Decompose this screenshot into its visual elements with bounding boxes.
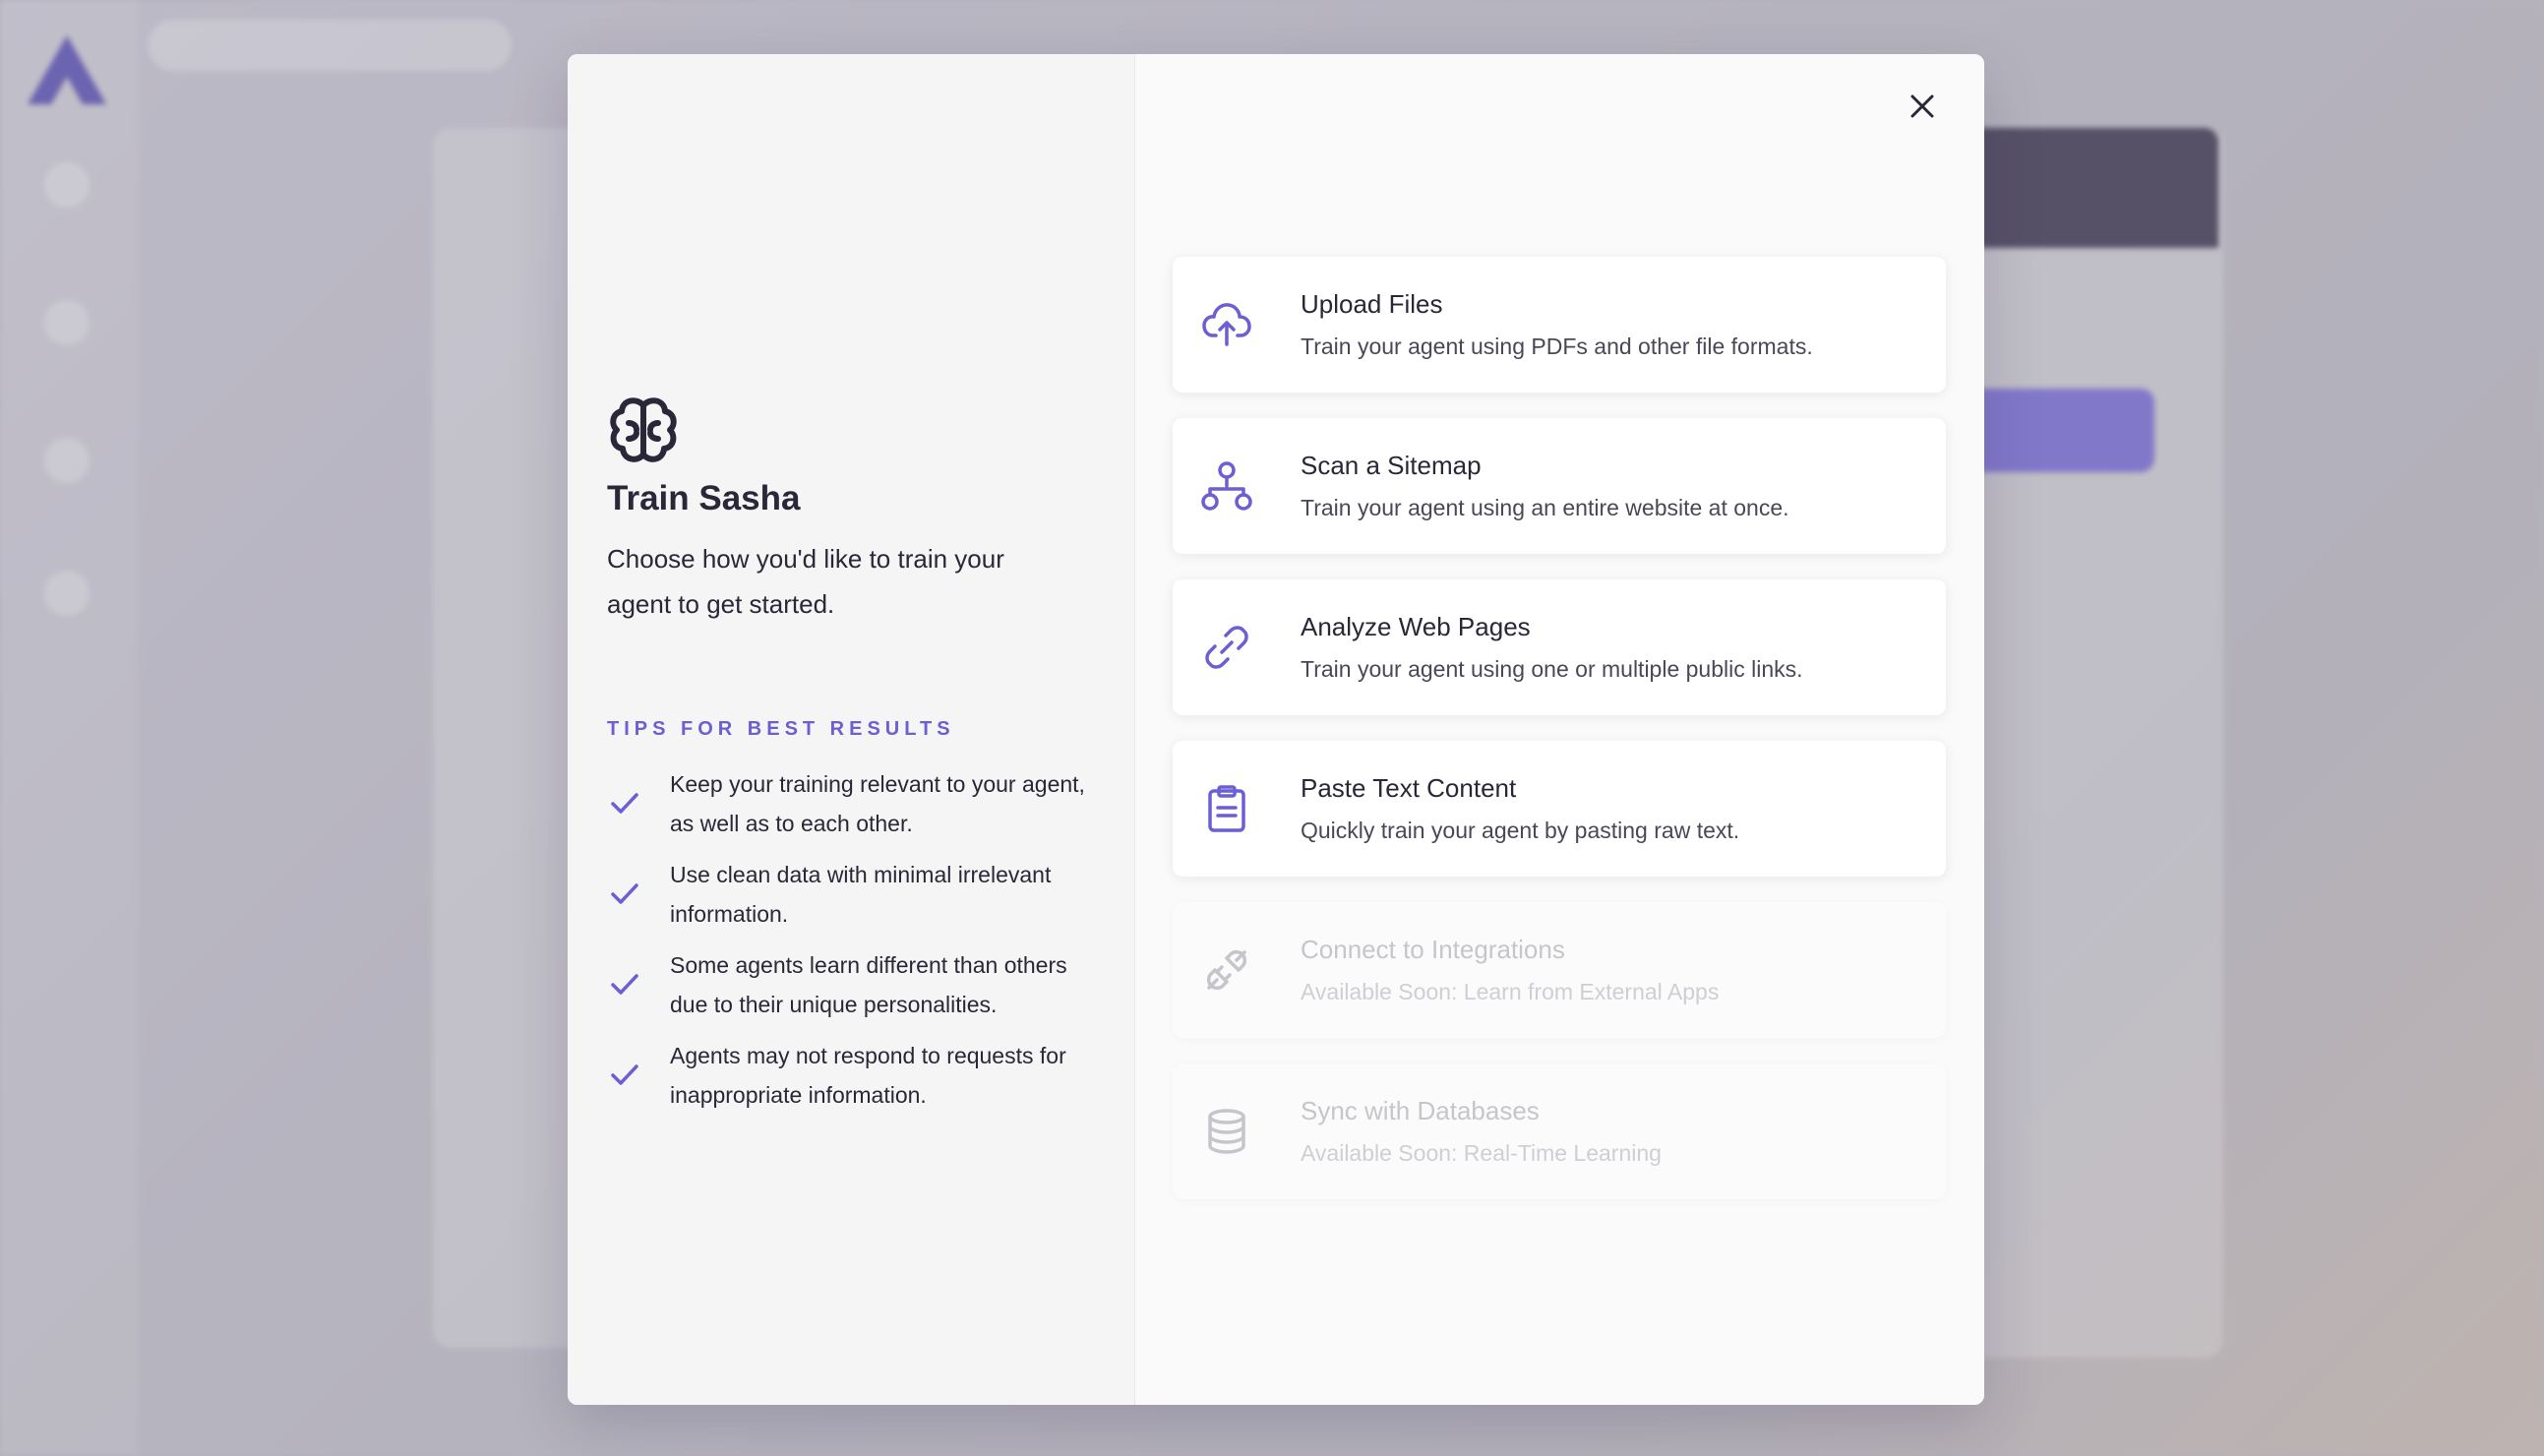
option-title: Sync with Databases bbox=[1301, 1096, 1540, 1125]
option-scan-sitemap[interactable]: Scan a Sitemap Train your agent using an… bbox=[1173, 418, 1946, 554]
option-description: Train your agent using an entire website… bbox=[1301, 495, 1789, 520]
tip-text: Keep your training relevant to your agen… bbox=[670, 771, 1085, 836]
train-agent-modal: Train Sasha Choose how you'd like to tra… bbox=[568, 54, 1984, 1405]
modal-options-panel: Upload Files Train your agent using PDFs… bbox=[1135, 54, 1984, 1405]
option-description: Train your agent using PDFs and other fi… bbox=[1301, 334, 1813, 359]
modal-title: Train Sasha bbox=[607, 479, 801, 517]
sitemap-icon bbox=[1201, 461, 1252, 511]
tip-item: Keep your training relevant to your agen… bbox=[607, 764, 1109, 843]
tip-text: Use clean data with minimal irrelevant i… bbox=[670, 862, 1052, 927]
check-icon bbox=[611, 793, 638, 814]
cloud-upload-icon bbox=[1202, 303, 1251, 346]
option-description: Available Soon: Real-Time Learning bbox=[1301, 1140, 1662, 1166]
option-title: Paste Text Content bbox=[1301, 773, 1517, 803]
tips-heading: TIPS FOR BEST RESULTS bbox=[607, 718, 955, 740]
tip-item: Agents may not respond to requests for i… bbox=[607, 1036, 1109, 1115]
plug-icon bbox=[1206, 949, 1247, 991]
option-description: Available Soon: Learn from External Apps bbox=[1301, 979, 1720, 1004]
option-title: Upload Files bbox=[1301, 289, 1443, 319]
training-options: Upload Files Train your agent using PDFs… bbox=[1173, 257, 1946, 1225]
link-icon bbox=[1205, 626, 1248, 669]
option-analyze-web-pages[interactable]: Analyze Web Pages Train your agent using… bbox=[1173, 579, 1946, 715]
option-title: Connect to Integrations bbox=[1301, 935, 1565, 964]
check-icon bbox=[611, 974, 638, 995]
tip-text: Some agents learn different than others … bbox=[670, 952, 1067, 1017]
option-title: Analyze Web Pages bbox=[1301, 612, 1531, 641]
tip-item: Use clean data with minimal irrelevant i… bbox=[607, 855, 1109, 934]
modal-info-panel: Train Sasha Choose how you'd like to tra… bbox=[568, 54, 1135, 1405]
tip-text: Agents may not respond to requests for i… bbox=[670, 1043, 1066, 1108]
close-icon bbox=[1910, 94, 1934, 118]
option-title: Scan a Sitemap bbox=[1301, 451, 1482, 480]
close-button[interactable] bbox=[1900, 84, 1945, 129]
clipboard-icon bbox=[1208, 785, 1245, 832]
option-upload-files[interactable]: Upload Files Train your agent using PDFs… bbox=[1173, 257, 1946, 393]
option-description: Quickly train your agent by pasting raw … bbox=[1301, 818, 1740, 843]
check-icon bbox=[611, 883, 638, 904]
check-icon bbox=[611, 1064, 638, 1085]
brain-icon bbox=[610, 397, 677, 462]
option-description: Train your agent using one or multiple p… bbox=[1301, 656, 1803, 682]
database-icon bbox=[1208, 1109, 1245, 1154]
option-paste-text[interactable]: Paste Text Content Quickly train your ag… bbox=[1173, 741, 1946, 877]
modal-subtitle: Choose how you'd like to train your agen… bbox=[607, 544, 1004, 619]
tip-item: Some agents learn different than others … bbox=[607, 945, 1109, 1024]
option-connect-integrations: Connect to Integrations Available Soon: … bbox=[1173, 902, 1946, 1038]
tips-list: Keep your training relevant to your agen… bbox=[607, 764, 1109, 1126]
option-sync-databases: Sync with Databases Available Soon: Real… bbox=[1173, 1063, 1946, 1199]
